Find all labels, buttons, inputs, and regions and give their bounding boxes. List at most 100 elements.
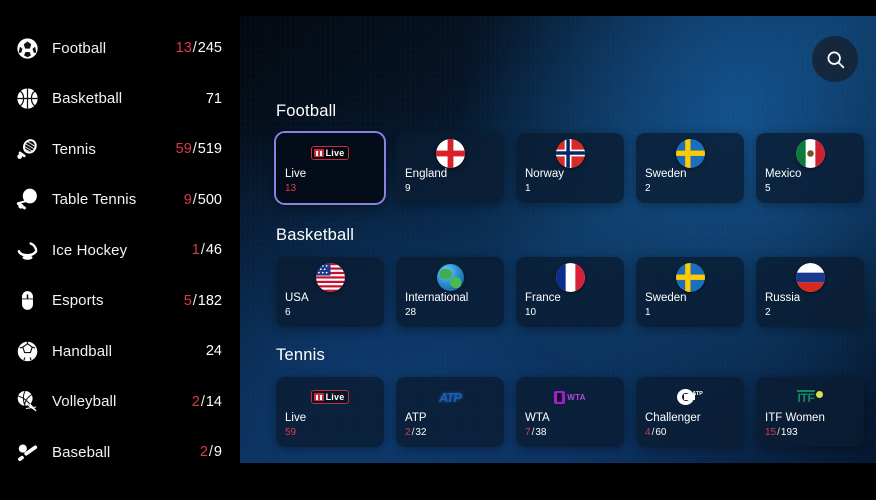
sidebar-item-count: 59/519 — [176, 141, 222, 157]
tennis-racket-icon — [14, 136, 40, 162]
category-card[interactable]: England 9 — [396, 133, 504, 203]
sidebar-item-count: 2/9 — [200, 444, 222, 460]
total-count: 60 — [655, 427, 667, 438]
sidebar-item-count: 9/500 — [184, 192, 222, 208]
card-count: 9 — [405, 182, 495, 195]
category-card[interactable]: ITF ITF Women 15/193 — [756, 377, 864, 447]
count-separator: / — [200, 242, 205, 258]
count-separator: / — [192, 40, 197, 56]
category-card[interactable]: Live Live 13 — [276, 133, 384, 203]
total-count: 2 — [645, 183, 651, 194]
category-card[interactable]: WTA WTA 7/38 — [516, 377, 624, 447]
sidebar-item-baseball[interactable]: Baseball 2/9 — [0, 427, 240, 478]
total-count: 9 — [213, 444, 222, 460]
count-separator: / — [411, 427, 415, 438]
card-count: 4/60 — [645, 426, 735, 439]
card-name: ITF Women — [765, 412, 825, 424]
category-card[interactable]: ATP Challenger 4/60 — [636, 377, 744, 447]
count-separator: / — [192, 141, 197, 157]
card-artwork — [276, 262, 384, 292]
total-count: 14 — [205, 393, 222, 410]
sidebar-item-count: 2/14 — [192, 394, 222, 410]
sidebar-item-esports[interactable]: Esports 5/182 — [0, 275, 240, 326]
card-name: Norway — [525, 168, 564, 180]
card-row: Live Live 59 ATP ATP 2/32 WTA WTA 7/38 ATP Challen… — [276, 377, 876, 447]
sections-scroll[interactable]: Football Live Live 13 England 9 Norway 1 Sweden 2… — [240, 16, 876, 463]
card-artwork — [756, 138, 864, 168]
card-count: 2 — [645, 182, 735, 195]
card-count: 2/32 — [405, 426, 495, 439]
sidebar-item-label: Ice Hockey — [52, 241, 128, 259]
flag-sweden-icon — [675, 138, 705, 168]
wta-logo-icon: WTA — [554, 390, 586, 404]
card-artwork: ITF — [756, 382, 864, 412]
total-count: 24 — [205, 343, 222, 359]
live-badge-text: Live — [325, 392, 345, 402]
content-stage: Football Live Live 13 England 9 Norway 1 Sweden 2… — [240, 16, 876, 463]
live-count: 15 — [765, 427, 777, 438]
category-card[interactable]: Russia 2 — [756, 257, 864, 327]
flag-france-icon — [555, 262, 585, 292]
ping-pong-paddle-icon — [14, 187, 40, 213]
card-count: 59 — [285, 426, 375, 439]
sidebar-item-count: 71 — [206, 91, 222, 107]
volleyball-net-icon — [14, 389, 40, 415]
count-separator: / — [208, 444, 213, 460]
category-card[interactable]: Norway 1 — [516, 133, 624, 203]
card-count: 1 — [645, 306, 735, 319]
category-card[interactable]: Sweden 1 — [636, 257, 744, 327]
card-count: 13 — [285, 182, 375, 195]
total-count: 5 — [765, 183, 771, 194]
card-artwork — [636, 138, 744, 168]
total-count: 1 — [645, 307, 651, 318]
sidebar-item-ice-hockey[interactable]: Ice Hockey 1/46 — [0, 225, 240, 276]
total-count: 32 — [415, 427, 427, 438]
sidebar-item-tennis[interactable]: Tennis 59/519 — [0, 124, 240, 175]
total-count: 519 — [197, 141, 222, 157]
app-root: Football 13/245 Basketball 71 Tennis 59/519 Ta… — [0, 0, 876, 500]
sidebar-item-handball[interactable]: Handball 24 — [0, 326, 240, 377]
sidebar-item-count: 5/182 — [184, 293, 222, 309]
section-basketball: Basketball USA 6 International 28 France 10 Swe… — [276, 226, 876, 327]
live-badge: Live — [310, 146, 350, 160]
card-count: 15/193 — [765, 426, 855, 439]
card-row: USA 6 International 28 France 10 Sweden 1 Russia… — [276, 257, 876, 327]
section-title: Football — [276, 102, 337, 120]
live-badge-icon — [313, 149, 324, 157]
soccer-ball-icon — [14, 35, 40, 61]
card-count: 5 — [765, 182, 855, 195]
category-card[interactable]: Live Live 59 — [276, 377, 384, 447]
card-name: Russia — [765, 292, 801, 304]
category-card[interactable]: USA 6 — [276, 257, 384, 327]
total-count: 500 — [197, 191, 222, 208]
live-count: 4 — [645, 427, 651, 438]
flag-norway-icon — [555, 138, 585, 168]
card-artwork — [396, 262, 504, 292]
sidebar-item-table-tennis[interactable]: Table Tennis 9/500 — [0, 174, 240, 225]
total-count: 182 — [197, 292, 222, 309]
sidebar-item-label: Tennis — [52, 140, 96, 158]
basketball-icon — [14, 86, 40, 112]
category-card[interactable]: Sweden 2 — [636, 133, 744, 203]
card-name: ATP — [405, 412, 427, 424]
card-count: 10 — [525, 306, 615, 319]
total-count: 10 — [525, 307, 537, 318]
total-count: 245 — [197, 40, 222, 56]
card-name: Live — [285, 168, 307, 180]
flag-mexico-icon — [795, 138, 825, 168]
count-separator: / — [777, 427, 780, 438]
card-artwork — [636, 262, 744, 292]
hockey-stick-icon — [14, 237, 40, 263]
sidebar-item-football[interactable]: Football 13/245 — [0, 23, 240, 74]
sidebar-item-volleyball[interactable]: Volleyball 2/14 — [0, 376, 240, 427]
category-card[interactable]: France 10 — [516, 257, 624, 327]
category-card[interactable]: ATP ATP 2/32 — [396, 377, 504, 447]
sidebar-item-basketball[interactable]: Basketball 71 — [0, 73, 240, 124]
total-count: 193 — [780, 427, 798, 438]
live-count: 2 — [405, 427, 411, 438]
category-card[interactable]: Mexico 5 — [756, 133, 864, 203]
live-count: 59 — [175, 141, 192, 157]
search-button[interactable] — [812, 36, 858, 82]
flag-sweden-icon — [675, 262, 705, 292]
category-card[interactable]: International 28 — [396, 257, 504, 327]
